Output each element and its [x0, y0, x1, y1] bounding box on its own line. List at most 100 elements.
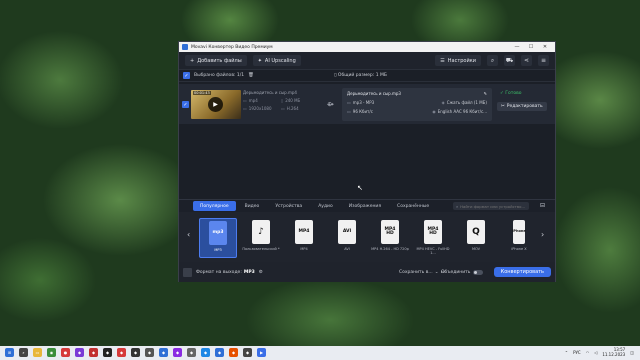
- sliders-icon: ☰: [440, 57, 445, 64]
- settings-button[interactable]: ☰ Настройки: [435, 55, 481, 66]
- edit-name-icon[interactable]: ✎: [484, 91, 487, 96]
- output-format-icon: [183, 267, 192, 277]
- ai-upscaling-button[interactable]: ✦ AI Upscaling: [252, 55, 301, 66]
- search-button[interactable]: ⌕: [487, 55, 498, 66]
- total-size: ▯ Общий размер: 1 МБ: [334, 73, 387, 78]
- video-thumbnail[interactable]: 00:01:43 ▶: [191, 90, 241, 119]
- minimize-button[interactable]: —: [510, 44, 524, 50]
- app-icon[interactable]: ◆: [201, 348, 210, 357]
- format-label: iPhone X: [511, 247, 527, 251]
- tab-audio[interactable]: Аудио: [311, 201, 340, 211]
- mouse-cursor-icon: ↖: [357, 184, 363, 192]
- quicktime-icon: Q: [467, 220, 485, 244]
- tab-saved[interactable]: Сохранённые: [390, 201, 436, 211]
- chrome-icon[interactable]: ◉: [47, 348, 56, 357]
- app-icon[interactable]: ◆: [103, 348, 112, 357]
- selected-count: Выбрано файлов: 1/1: [194, 73, 245, 78]
- format-item[interactable]: MP4 MP4: [285, 218, 323, 258]
- carousel-left-icon[interactable]: ‹: [187, 230, 190, 239]
- app-icon[interactable]: ◆: [215, 348, 224, 357]
- audio-track[interactable]: ◉ English AAC 96 Кбит/с...: [432, 109, 487, 114]
- play-icon[interactable]: ▶: [208, 97, 223, 112]
- menu-button[interactable]: ≡: [538, 55, 549, 66]
- app-icon[interactable]: ◆: [145, 348, 154, 357]
- tab-images[interactable]: Изображения: [342, 201, 388, 211]
- mp4-hd-format-icon: MP4 HD: [381, 220, 399, 244]
- start-icon[interactable]: ⊞: [5, 348, 14, 357]
- select-all-checkbox[interactable]: ✓: [183, 72, 190, 79]
- volume-icon[interactable]: ◁: [594, 350, 597, 355]
- cart-button[interactable]: ⛟: [504, 55, 515, 66]
- file-row[interactable]: ✓ 00:01:43 ▶ Дерьмодитесь и сыр.mp4 ▭ mp4…: [179, 84, 555, 124]
- bitrate-label: 96 Кбит/с: [352, 109, 373, 114]
- source-filename: Дерьмодитесь и сыр.mp4: [243, 90, 297, 95]
- chevron-up-icon[interactable]: ⌃: [565, 350, 568, 355]
- app-window: Movavi Конвертер Видео Премиум — ☐ ✕ + Д…: [178, 41, 556, 282]
- tab-popular[interactable]: Популярное: [193, 201, 236, 211]
- movavi-taskbar-icon[interactable]: ▶: [257, 348, 266, 357]
- trash-icon[interactable]: 🗑: [248, 73, 254, 78]
- file-checkbox[interactable]: ✓: [182, 101, 189, 108]
- tab-video[interactable]: Видео: [238, 201, 267, 211]
- date: 11.12.2023: [602, 352, 626, 357]
- app-icon[interactable]: ◆: [159, 348, 168, 357]
- target-info[interactable]: Дерьмодитесь и сыр.mp3 ✎ ▭ mp3 - MP3 ◈ Сжа…: [342, 88, 492, 121]
- carousel-right-icon[interactable]: ›: [541, 230, 544, 239]
- cart-icon: ⛟: [505, 56, 514, 64]
- tab-devices[interactable]: Устройства: [268, 201, 309, 211]
- file-explorer-icon[interactable]: ▭: [33, 348, 42, 357]
- merge-switch[interactable]: [473, 269, 484, 275]
- close-button[interactable]: ✕: [538, 44, 552, 50]
- save-to-dropdown[interactable]: Сохранить в... ⌄ ▭: [399, 270, 445, 275]
- target-bitrate[interactable]: ▭ 96 Кбит/с: [347, 109, 373, 114]
- format-item[interactable]: iPhone iPhone X: [500, 218, 538, 258]
- format-item[interactable]: MP4 HD MP4 H.264 - HD 720p: [371, 218, 409, 258]
- mp4-format-icon: MP4: [295, 220, 313, 244]
- format-item[interactable]: mp3 MP3: [199, 218, 237, 258]
- target-format-label: mp3 - MP3: [352, 100, 375, 105]
- check-icon: ✓: [183, 101, 188, 108]
- app-icon[interactable]: ●: [61, 348, 70, 357]
- clock[interactable]: 13:57 11.12.2023: [602, 347, 625, 357]
- app-icon[interactable]: ◆: [131, 348, 140, 357]
- taskbar: ⊞ ⌕ ▭ ◉ ● ◆ ◆ ◆ ◆ ◆ ◆ ◆ ◆ ◆ ◆ ◆ ◆ ◆ ▶ ⌃ …: [0, 346, 640, 360]
- output-format-label: Формат на выходе:: [196, 269, 242, 275]
- edit-button[interactable]: ✂ Редактировать: [497, 102, 547, 111]
- app-icon[interactable]: ◆: [173, 348, 182, 357]
- merge-toggle[interactable]: Объединить: [441, 269, 484, 275]
- add-files-button[interactable]: + Добавить файлы: [185, 55, 247, 66]
- share-icon: ⋖: [523, 57, 530, 64]
- title-bar[interactable]: Movavi Конвертер Видео Премиум — ☐ ✕: [179, 42, 555, 52]
- app-icon[interactable]: ◆: [229, 348, 238, 357]
- format-item[interactable]: ♪ Пользовательский *: [242, 218, 280, 258]
- format-search-input[interactable]: [460, 203, 526, 209]
- format-item[interactable]: Q MOV: [457, 218, 495, 258]
- format-search[interactable]: ⌕: [453, 202, 529, 210]
- compress-file[interactable]: ◈ Сжать файл (1 МБ): [442, 100, 487, 105]
- notifications-icon[interactable]: ◫: [630, 350, 634, 355]
- audio-track-label: English AAC 96 Кбит/с...: [437, 109, 487, 114]
- output-settings-icon[interactable]: ⚙: [259, 270, 263, 275]
- sparkle-icon: ✦: [257, 57, 262, 64]
- mp3-format-icon: mp3: [209, 221, 227, 245]
- maximize-button[interactable]: ☐: [524, 44, 538, 50]
- file-icon: ▯: [281, 98, 284, 103]
- format-label: MP4: [300, 247, 308, 251]
- wifi-icon[interactable]: ◠: [586, 350, 590, 355]
- save-to-label: Сохранить в...: [399, 269, 433, 275]
- app-icon[interactable]: ◆: [89, 348, 98, 357]
- format-item[interactable]: AVI AVI: [328, 218, 366, 258]
- convert-arrow-icon: ⟴: [327, 101, 334, 108]
- search-icon[interactable]: ⌕: [19, 348, 28, 357]
- convert-button[interactable]: Конвертировать: [493, 267, 551, 277]
- format-icon: ▭: [243, 98, 247, 103]
- format-settings-icon[interactable]: ⊟: [540, 202, 545, 209]
- language-indicator[interactable]: РУС: [573, 350, 581, 355]
- share-button[interactable]: ⋖: [521, 55, 532, 66]
- target-format[interactable]: ▭ mp3 - MP3: [347, 100, 374, 105]
- app-icon[interactable]: ◆: [117, 348, 126, 357]
- format-item[interactable]: MP4 HD MP4 HEVC - FullHD 1...: [414, 218, 452, 258]
- app-icon[interactable]: ◆: [187, 348, 196, 357]
- app-icon[interactable]: ◆: [243, 348, 252, 357]
- app-icon[interactable]: ◆: [75, 348, 84, 357]
